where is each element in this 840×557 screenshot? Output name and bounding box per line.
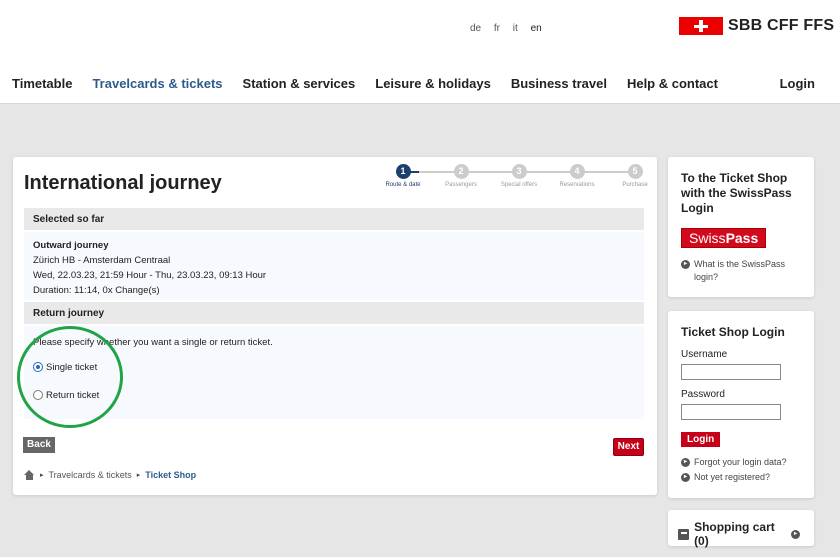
- site-header: de fr it en SBB CFF FFS Timetable Travel…: [0, 0, 840, 104]
- lang-it[interactable]: it: [513, 23, 518, 34]
- single-ticket-radio[interactable]: [33, 362, 43, 372]
- single-ticket-label[interactable]: Single ticket: [46, 362, 97, 373]
- ticket-shop-panel: International journey 1 Route & date 2 P…: [13, 157, 657, 495]
- return-journey-block: Please specify whether you want a single…: [24, 326, 644, 419]
- ticket-type-prompt: Please specify whether you want a single…: [33, 337, 273, 348]
- forgot-login-link[interactable]: ▸ Forgot your login data?: [681, 456, 801, 469]
- breadcrumb-ticket-shop[interactable]: Ticket Shop: [145, 470, 196, 480]
- step-number: 1: [395, 164, 411, 179]
- return-journey-header: Return journey: [24, 302, 644, 324]
- page-title: International journey: [24, 172, 222, 194]
- progress-steps: 1 Route & date 2 Passengers 3 Special of…: [385, 164, 648, 194]
- login-button[interactable]: Login: [681, 432, 721, 447]
- register-text[interactable]: Not yet registered?: [694, 471, 770, 484]
- return-ticket-option[interactable]: Return ticket: [33, 388, 644, 402]
- arrow-circle-icon: ▸: [681, 260, 690, 269]
- step-label: Special offers: [500, 182, 538, 188]
- return-ticket-label[interactable]: Return ticket: [46, 390, 99, 401]
- single-ticket-option[interactable]: Single ticket: [33, 360, 644, 374]
- home-icon[interactable]: [24, 470, 35, 480]
- chevron-right-icon: ▸: [40, 472, 44, 479]
- nav-leisure-holidays[interactable]: Leisure & holidays: [375, 76, 491, 91]
- step-special-offers: 3 Special offers: [489, 164, 549, 188]
- sbb-logo-icon: [679, 17, 723, 35]
- logo-text: SBB CFF FFS: [728, 17, 835, 34]
- swisspass-box: To the Ticket Shop with the SwissPass Lo…: [668, 157, 814, 297]
- nav-station-services[interactable]: Station & services: [243, 76, 356, 91]
- lang-en[interactable]: en: [531, 23, 542, 34]
- shopping-cart-box[interactable]: Shopping cart (0) ▸: [668, 510, 814, 548]
- step-number: 2: [453, 164, 469, 179]
- username-field[interactable]: [681, 364, 781, 380]
- step-label: Passengers: [445, 182, 477, 188]
- register-link[interactable]: ▸ Not yet registered?: [681, 471, 801, 484]
- selected-so-far-header: Selected so far: [24, 208, 644, 230]
- step-reservations: 4 Reservations: [547, 164, 607, 188]
- back-button[interactable]: Back: [23, 437, 55, 453]
- swisspass-info-link[interactable]: ▸ What is the SwissPass login?: [681, 258, 801, 284]
- step-label: Purchase: [622, 182, 648, 188]
- arrow-circle-icon: ▸: [681, 458, 690, 467]
- swisspass-logo-right: Pass: [725, 230, 759, 246]
- outward-route: Zürich HB - Amsterdam Centraal: [33, 255, 171, 266]
- cart-icon: [678, 528, 690, 540]
- arrow-circle-icon: ▸: [681, 473, 690, 482]
- header-login-link[interactable]: Login: [780, 76, 815, 91]
- step-number: 4: [569, 164, 585, 179]
- username-label: Username: [681, 349, 728, 360]
- language-switcher: de fr it en: [470, 23, 552, 34]
- chevron-right-icon: ▸: [136, 472, 141, 479]
- step-label: Reservations: [559, 182, 595, 188]
- password-field[interactable]: [681, 404, 781, 420]
- step-route-date: 1 Route & date: [373, 164, 433, 188]
- nav-timetable[interactable]: Timetable: [12, 76, 72, 91]
- arrow-circle-icon: ▸: [791, 529, 800, 539]
- step-label: Route & date: [385, 182, 421, 188]
- swisspass-logo[interactable]: SwissPass: [681, 228, 767, 248]
- swisspass-heading: To the Ticket Shop with the SwissPass Lo…: [681, 171, 792, 215]
- outward-duration: Duration: 11:14, 0x Change(s): [33, 285, 160, 296]
- login-heading: Ticket Shop Login: [681, 325, 785, 339]
- outward-time: Wed, 22.03.23, 21:59 Hour - Thu, 23.03.2…: [33, 270, 267, 281]
- cart-label[interactable]: Shopping cart (0): [694, 520, 785, 548]
- swisspass-logo-left: Swiss: [689, 230, 726, 246]
- breadcrumb-travelcards[interactable]: Travelcards & tickets: [49, 470, 132, 480]
- ticket-shop-login-box: Ticket Shop Login Username Password Logi…: [668, 311, 814, 498]
- sbb-logo[interactable]: SBB CFF FFS: [679, 17, 834, 35]
- breadcrumb: ▸ Travelcards & tickets ▸ Ticket Shop: [24, 470, 196, 480]
- password-label: Password: [681, 389, 725, 400]
- shopping-cart[interactable]: Shopping cart (0) ▸: [678, 520, 804, 548]
- return-ticket-radio[interactable]: [33, 390, 43, 400]
- forgot-login-text[interactable]: Forgot your login data?: [694, 456, 787, 469]
- nav-business-travel[interactable]: Business travel: [511, 76, 607, 91]
- step-passengers: 2 Passengers: [431, 164, 491, 188]
- main-nav: Timetable Travelcards & tickets Station …: [12, 76, 718, 91]
- lang-fr[interactable]: fr: [494, 23, 500, 34]
- next-button[interactable]: Next: [613, 438, 644, 456]
- swisspass-info-text[interactable]: What is the SwissPass login?: [694, 258, 801, 284]
- outward-heading: Outward journey: [33, 240, 109, 251]
- nav-travelcards-tickets[interactable]: Travelcards & tickets: [92, 76, 222, 91]
- outward-journey-block: Outward journey Zürich HB - Amsterdam Ce…: [24, 232, 644, 300]
- nav-help-contact[interactable]: Help & contact: [627, 76, 718, 91]
- step-purchase: 5 Purchase: [605, 164, 665, 188]
- lang-de[interactable]: de: [470, 23, 481, 34]
- step-number: 5: [627, 164, 643, 179]
- step-number: 3: [511, 164, 527, 179]
